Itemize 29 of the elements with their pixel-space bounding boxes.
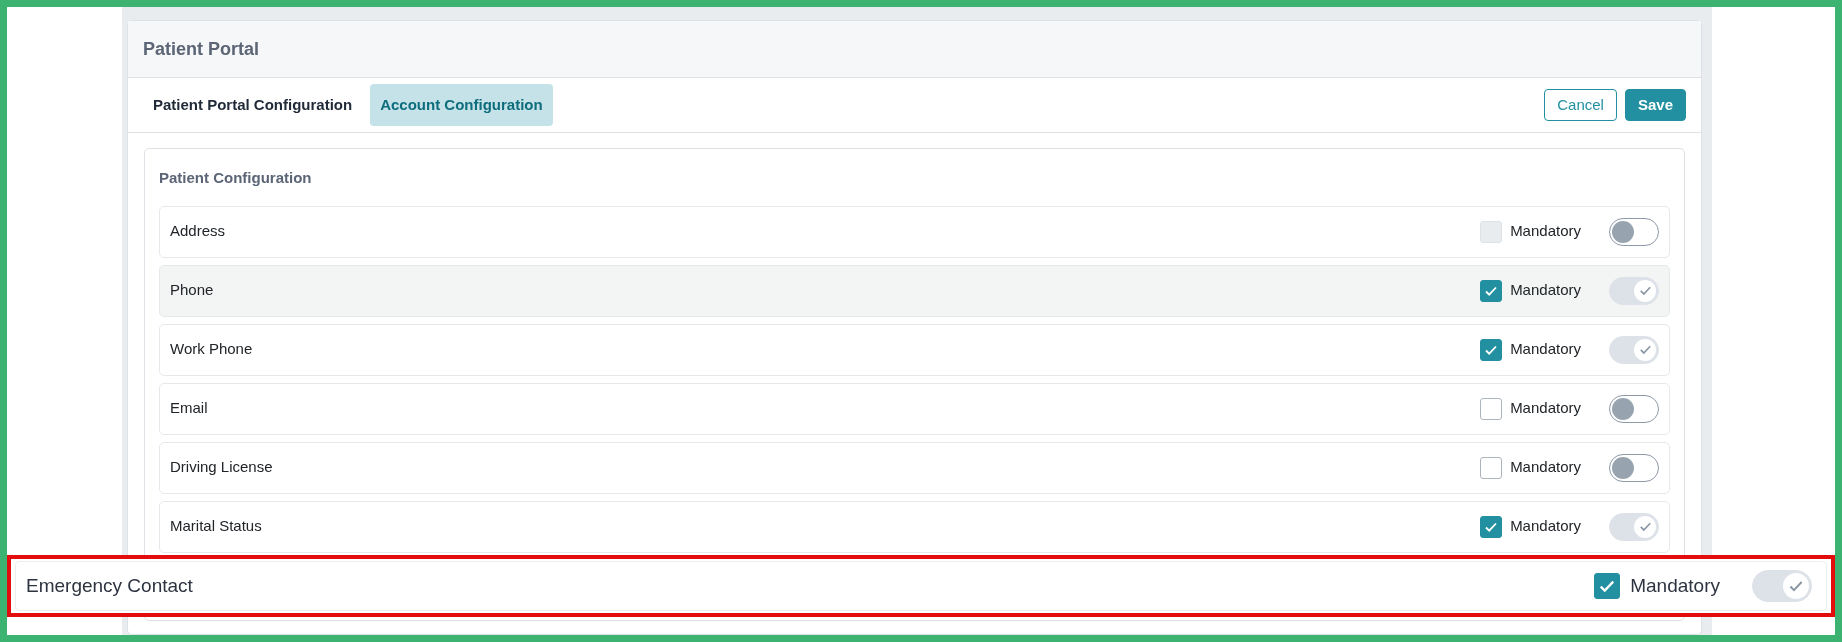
tab[interactable]: Account Configuration bbox=[370, 83, 553, 127]
field-label: Work Phone bbox=[170, 339, 253, 360]
field-label: Marital Status bbox=[170, 516, 262, 537]
section-title: Patient Configuration bbox=[159, 169, 312, 186]
tab[interactable]: Patient Portal Configuration bbox=[143, 83, 363, 127]
toggle-switch[interactable] bbox=[1609, 453, 1659, 482]
checkbox-label: Mandatory bbox=[1510, 457, 1581, 478]
field-label: Phone bbox=[170, 280, 214, 301]
field-label: Emergency Contact bbox=[26, 573, 193, 598]
mandatory-checkbox[interactable] bbox=[1480, 515, 1503, 538]
toggle-switch[interactable] bbox=[1609, 217, 1659, 246]
checkbox-label: Mandatory bbox=[1510, 221, 1581, 242]
checkbox-label: Mandatory bbox=[1510, 516, 1581, 537]
checkbox-label: Mandatory bbox=[1630, 573, 1720, 598]
save-button[interactable]: Save bbox=[1624, 88, 1686, 122]
mandatory-checkbox[interactable] bbox=[1480, 456, 1503, 479]
cancel-button[interactable]: Cancel bbox=[1544, 88, 1617, 122]
panel-title: Patient Portal bbox=[143, 37, 260, 61]
mandatory-checkbox[interactable] bbox=[1480, 279, 1503, 302]
mandatory-checkbox[interactable] bbox=[1480, 338, 1503, 361]
field-label: Driving License bbox=[170, 457, 273, 478]
mandatory-checkbox[interactable] bbox=[1480, 397, 1503, 420]
field-label: Address bbox=[170, 221, 226, 242]
toggle-switch[interactable] bbox=[1609, 394, 1659, 423]
checkbox-label: Mandatory bbox=[1510, 398, 1581, 419]
field-label: Email bbox=[170, 398, 208, 419]
checkbox-label: Mandatory bbox=[1510, 339, 1581, 360]
mandatory-checkbox[interactable] bbox=[1594, 573, 1621, 599]
checkbox-label: Mandatory bbox=[1510, 280, 1581, 301]
